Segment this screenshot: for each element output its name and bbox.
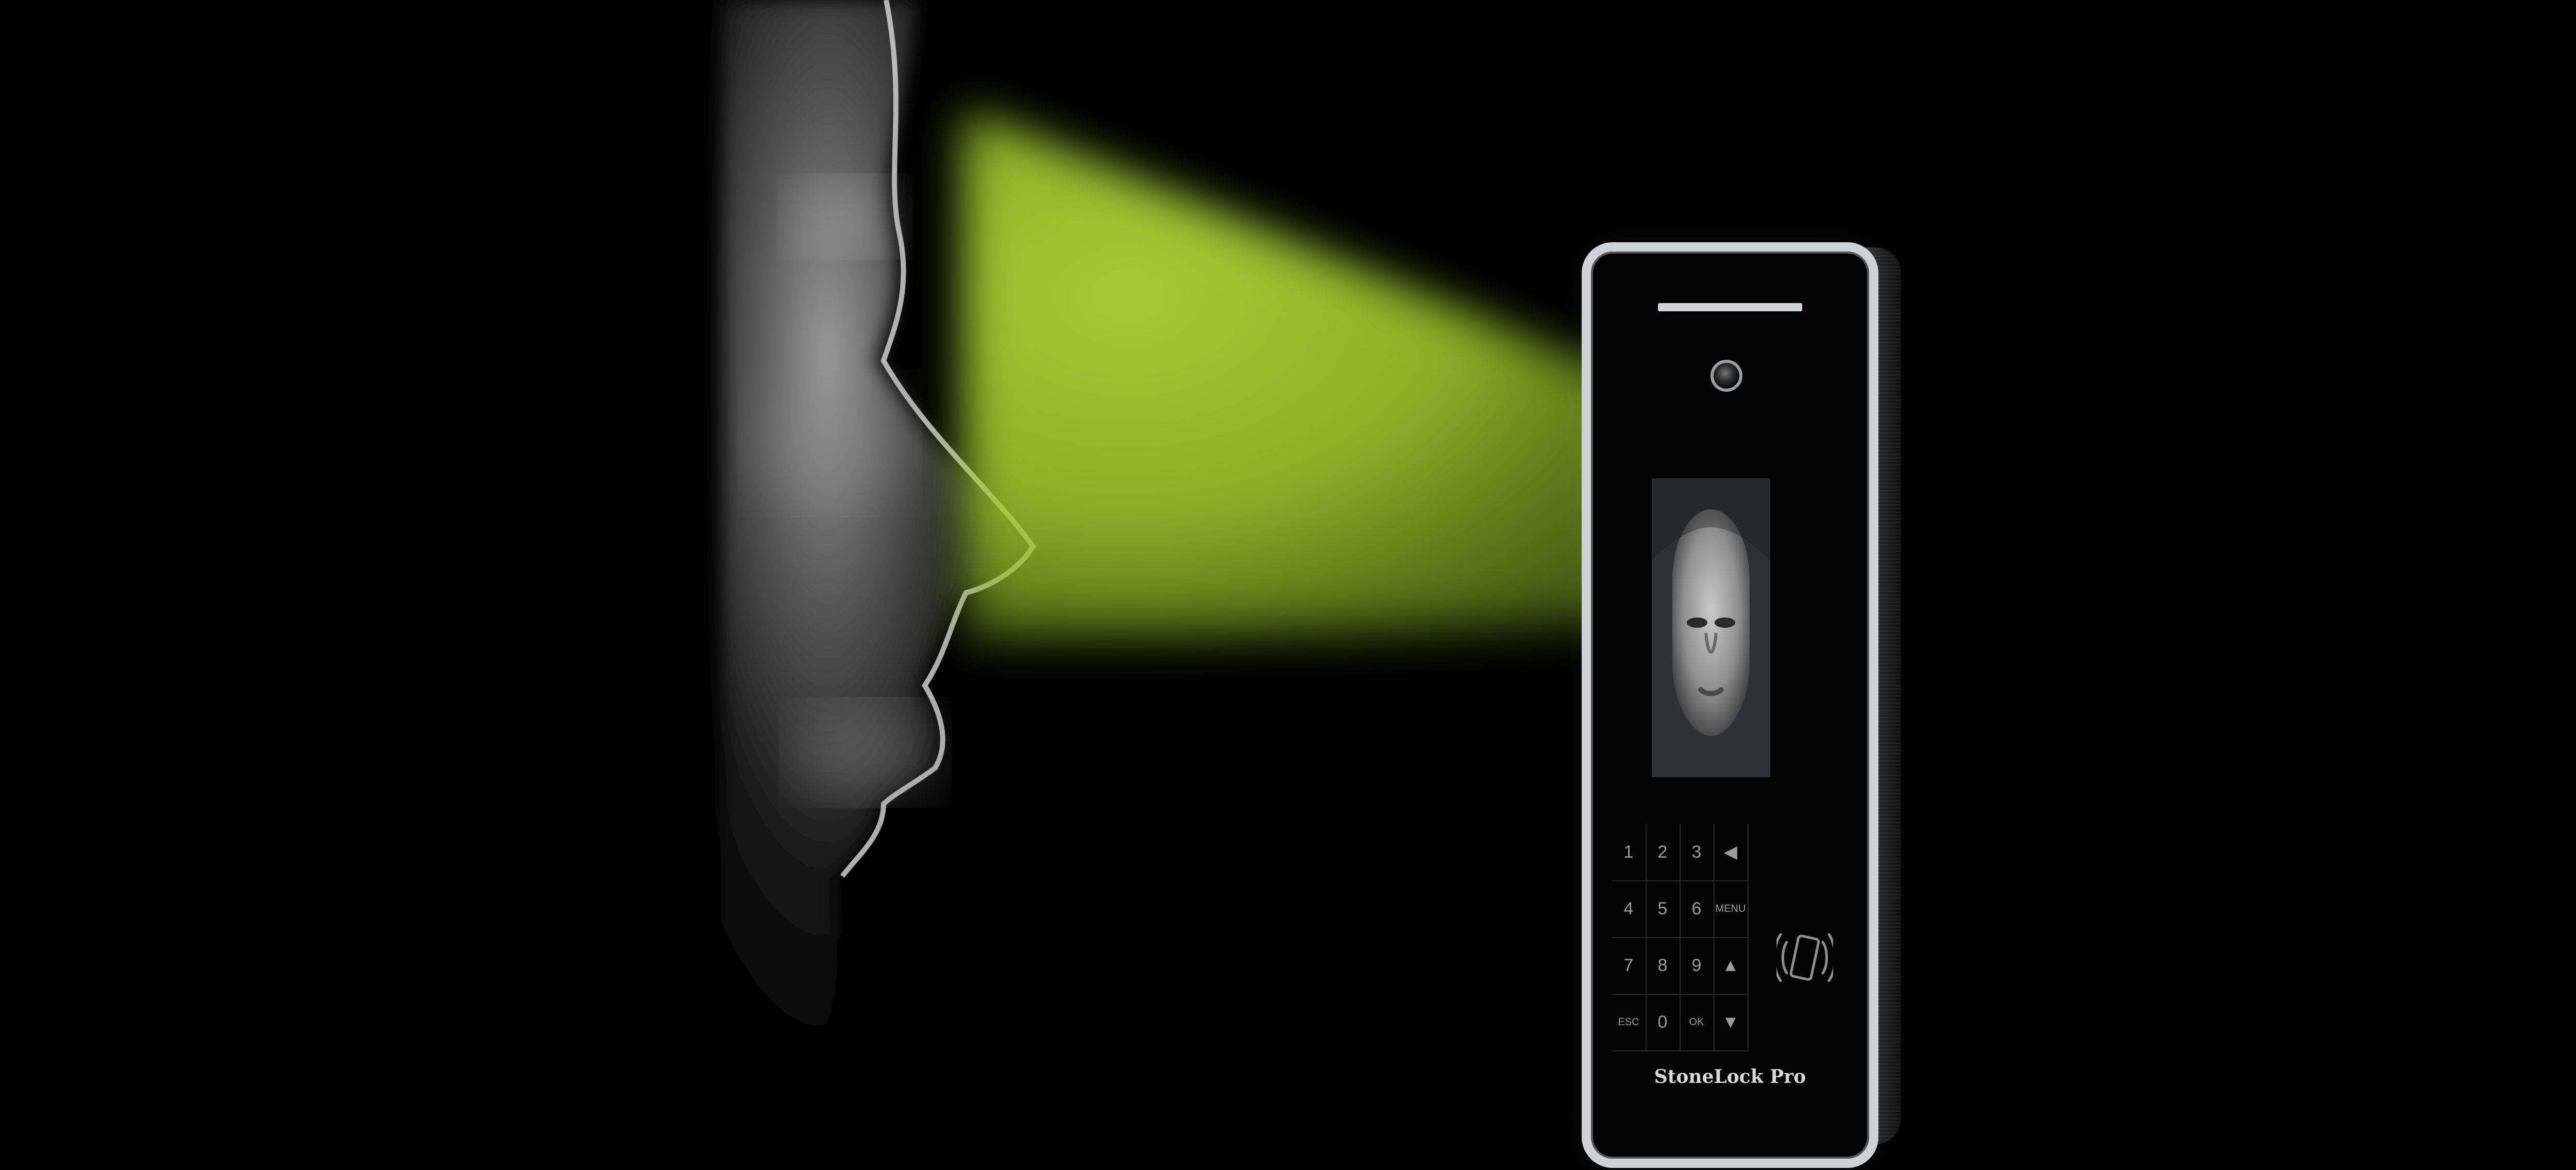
device-top-slot bbox=[1658, 303, 1802, 311]
key-esc[interactable]: ESC bbox=[1612, 994, 1647, 1051]
brand-logo-text: StoneLock Pro bbox=[1654, 1066, 1806, 1088]
key-8[interactable]: 8 bbox=[1646, 937, 1681, 995]
device-screen bbox=[1652, 478, 1770, 777]
camera-lens-icon bbox=[1710, 360, 1742, 392]
key-up[interactable]: ▲ bbox=[1714, 937, 1749, 995]
access-control-device: 1 2 3 ◀ 4 5 6 MENU 7 8 9 ▲ ESC 0 OK ▼ St… bbox=[1582, 242, 1878, 1168]
keypad: 1 2 3 ◀ 4 5 6 MENU 7 8 9 ▲ ESC 0 OK ▼ bbox=[1612, 824, 1782, 1061]
key-7[interactable]: 7 bbox=[1612, 937, 1647, 995]
key-5[interactable]: 5 bbox=[1646, 880, 1681, 938]
key-6[interactable]: 6 bbox=[1680, 880, 1715, 938]
key-back[interactable]: ◀ bbox=[1714, 824, 1749, 881]
key-3[interactable]: 3 bbox=[1680, 824, 1715, 881]
key-down[interactable]: ▼ bbox=[1714, 994, 1749, 1051]
key-9[interactable]: 9 bbox=[1680, 937, 1715, 995]
key-ok[interactable]: OK bbox=[1680, 994, 1715, 1051]
rfid-nfc-icon bbox=[1776, 933, 1833, 982]
key-menu[interactable]: MENU bbox=[1714, 880, 1749, 938]
key-1[interactable]: 1 bbox=[1612, 824, 1647, 881]
scan-beam bbox=[963, 108, 1788, 644]
biometric-scan-scene: 1 2 3 ◀ 4 5 6 MENU 7 8 9 ▲ ESC 0 OK ▼ St… bbox=[0, 0, 2576, 1170]
key-0[interactable]: 0 bbox=[1646, 994, 1681, 1051]
key-4[interactable]: 4 bbox=[1612, 880, 1647, 938]
face-preview-image bbox=[1652, 478, 1770, 777]
key-2[interactable]: 2 bbox=[1646, 824, 1681, 881]
